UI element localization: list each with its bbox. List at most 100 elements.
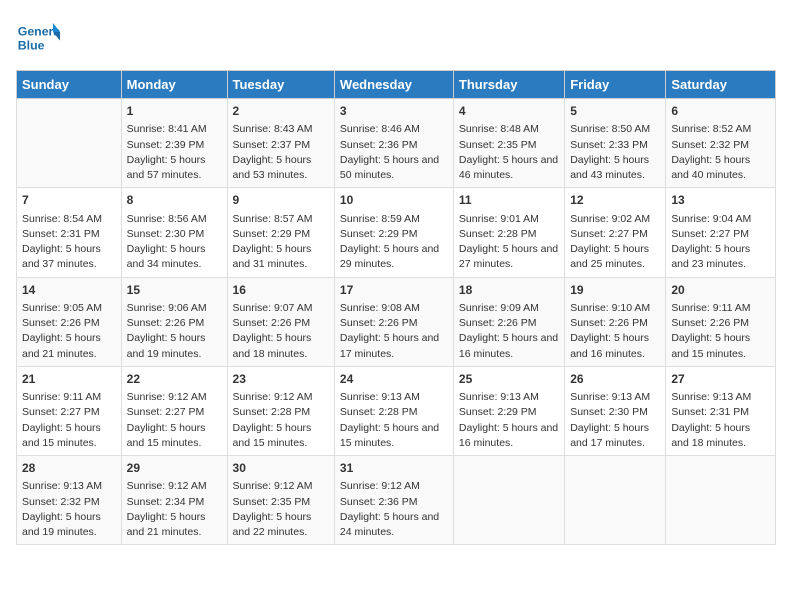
calendar-cell — [17, 99, 122, 188]
day-number: 4 — [459, 103, 559, 120]
day-number: 17 — [340, 282, 448, 299]
cell-content: Sunrise: 9:12 AMSunset: 2:35 PMDaylight:… — [233, 479, 329, 540]
day-number: 25 — [459, 371, 559, 388]
cell-content: Sunrise: 8:56 AMSunset: 2:30 PMDaylight:… — [127, 212, 222, 273]
week-row-4: 21 Sunrise: 9:11 AMSunset: 2:27 PMDayligh… — [17, 366, 776, 455]
col-header-monday: Monday — [121, 71, 227, 99]
calendar-cell: 24 Sunrise: 9:13 AMSunset: 2:28 PMDayligh… — [334, 366, 453, 455]
day-number: 24 — [340, 371, 448, 388]
day-number: 9 — [233, 192, 329, 209]
calendar-table: SundayMondayTuesdayWednesdayThursdayFrid… — [16, 70, 776, 545]
day-number: 18 — [459, 282, 559, 299]
calendar-cell: 2 Sunrise: 8:43 AMSunset: 2:37 PMDaylight… — [227, 99, 334, 188]
calendar-cell: 31 Sunrise: 9:12 AMSunset: 2:36 PMDayligh… — [334, 456, 453, 545]
day-number: 28 — [22, 460, 116, 477]
logo: General Blue — [16, 16, 64, 60]
col-header-saturday: Saturday — [666, 71, 776, 99]
day-number: 22 — [127, 371, 222, 388]
day-number: 20 — [671, 282, 770, 299]
calendar-cell: 17 Sunrise: 9:08 AMSunset: 2:26 PMDayligh… — [334, 277, 453, 366]
day-number: 2 — [233, 103, 329, 120]
calendar-cell: 26 Sunrise: 9:13 AMSunset: 2:30 PMDayligh… — [565, 366, 666, 455]
calendar-cell: 11Sunrise: 9:01 AMSunset: 2:28 PMDayligh… — [453, 188, 564, 277]
calendar-cell: 29 Sunrise: 9:12 AMSunset: 2:34 PMDayligh… — [121, 456, 227, 545]
calendar-cell: 8 Sunrise: 8:56 AMSunset: 2:30 PMDaylight… — [121, 188, 227, 277]
calendar-cell: 12 Sunrise: 9:02 AMSunset: 2:27 PMDayligh… — [565, 188, 666, 277]
calendar-cell: 7 Sunrise: 8:54 AMSunset: 2:31 PMDaylight… — [17, 188, 122, 277]
cell-content: Sunrise: 8:57 AMSunset: 2:29 PMDaylight:… — [233, 212, 329, 273]
cell-content: Sunrise: 9:06 AMSunset: 2:26 PMDaylight:… — [127, 301, 222, 362]
col-header-friday: Friday — [565, 71, 666, 99]
calendar-cell: 1 Sunrise: 8:41 AMSunset: 2:39 PMDaylight… — [121, 99, 227, 188]
calendar-cell: 14 Sunrise: 9:05 AMSunset: 2:26 PMDayligh… — [17, 277, 122, 366]
cell-content: Sunrise: 9:12 AMSunset: 2:28 PMDaylight:… — [233, 390, 329, 451]
cell-content: Sunrise: 9:13 AMSunset: 2:28 PMDaylight:… — [340, 390, 448, 451]
calendar-cell: 18 Sunrise: 9:09 AMSunset: 2:26 PMDayligh… — [453, 277, 564, 366]
cell-content: Sunrise: 9:09 AMSunset: 2:26 PMDaylight:… — [459, 301, 559, 362]
cell-content: Sunrise: 9:13 AMSunset: 2:29 PMDaylight:… — [459, 390, 559, 451]
cell-content: Sunrise: 8:41 AMSunset: 2:39 PMDaylight:… — [127, 122, 222, 183]
day-number: 16 — [233, 282, 329, 299]
cell-content: Sunrise: 9:13 AMSunset: 2:30 PMDaylight:… — [570, 390, 660, 451]
cell-content: Sunrise: 9:12 AMSunset: 2:34 PMDaylight:… — [127, 479, 222, 540]
calendar-cell: 13Sunrise: 9:04 AMSunset: 2:27 PMDayligh… — [666, 188, 776, 277]
week-row-3: 14 Sunrise: 9:05 AMSunset: 2:26 PMDayligh… — [17, 277, 776, 366]
week-row-5: 28Sunrise: 9:13 AMSunset: 2:32 PMDayligh… — [17, 456, 776, 545]
calendar-cell: 30 Sunrise: 9:12 AMSunset: 2:35 PMDayligh… — [227, 456, 334, 545]
calendar-cell: 25 Sunrise: 9:13 AMSunset: 2:29 PMDayligh… — [453, 366, 564, 455]
calendar-cell: 20Sunrise: 9:11 AMSunset: 2:26 PMDayligh… — [666, 277, 776, 366]
day-number: 29 — [127, 460, 222, 477]
calendar-cell: 22 Sunrise: 9:12 AMSunset: 2:27 PMDayligh… — [121, 366, 227, 455]
day-number: 23 — [233, 371, 329, 388]
cell-content: Sunrise: 8:54 AMSunset: 2:31 PMDaylight:… — [22, 212, 116, 273]
week-row-2: 7 Sunrise: 8:54 AMSunset: 2:31 PMDaylight… — [17, 188, 776, 277]
cell-content: Sunrise: 9:08 AMSunset: 2:26 PMDaylight:… — [340, 301, 448, 362]
calendar-cell: 4 Sunrise: 8:48 AMSunset: 2:35 PMDaylight… — [453, 99, 564, 188]
day-number: 8 — [127, 192, 222, 209]
day-number: 26 — [570, 371, 660, 388]
calendar-cell: 6 Sunrise: 8:52 AMSunset: 2:32 PMDaylight… — [666, 99, 776, 188]
calendar-cell — [666, 456, 776, 545]
cell-content: Sunrise: 8:43 AMSunset: 2:37 PMDaylight:… — [233, 122, 329, 183]
calendar-cell: 19Sunrise: 9:10 AMSunset: 2:26 PMDayligh… — [565, 277, 666, 366]
day-number: 1 — [127, 103, 222, 120]
cell-content: Sunrise: 9:02 AMSunset: 2:27 PMDaylight:… — [570, 212, 660, 273]
page-header: General Blue — [16, 16, 776, 60]
col-header-wednesday: Wednesday — [334, 71, 453, 99]
calendar-cell: 21 Sunrise: 9:11 AMSunset: 2:27 PMDayligh… — [17, 366, 122, 455]
calendar-cell: 15 Sunrise: 9:06 AMSunset: 2:26 PMDayligh… — [121, 277, 227, 366]
logo-icon: General Blue — [16, 16, 60, 60]
cell-content: Sunrise: 8:50 AMSunset: 2:33 PMDaylight:… — [570, 122, 660, 183]
cell-content: Sunrise: 8:59 AMSunset: 2:29 PMDaylight:… — [340, 212, 448, 273]
day-number: 31 — [340, 460, 448, 477]
calendar-cell: 28Sunrise: 9:13 AMSunset: 2:32 PMDayligh… — [17, 456, 122, 545]
day-number: 3 — [340, 103, 448, 120]
day-number: 12 — [570, 192, 660, 209]
cell-content: Sunrise: 9:11 AMSunset: 2:27 PMDaylight:… — [22, 390, 116, 451]
day-number: 19 — [570, 282, 660, 299]
day-number: 30 — [233, 460, 329, 477]
cell-content: Sunrise: 9:07 AMSunset: 2:26 PMDaylight:… — [233, 301, 329, 362]
col-header-tuesday: Tuesday — [227, 71, 334, 99]
calendar-cell: 23 Sunrise: 9:12 AMSunset: 2:28 PMDayligh… — [227, 366, 334, 455]
cell-content: Sunrise: 8:48 AMSunset: 2:35 PMDaylight:… — [459, 122, 559, 183]
calendar-cell — [565, 456, 666, 545]
week-row-1: 1 Sunrise: 8:41 AMSunset: 2:39 PMDaylight… — [17, 99, 776, 188]
day-number: 6 — [671, 103, 770, 120]
day-number: 7 — [22, 192, 116, 209]
day-number: 27 — [671, 371, 770, 388]
cell-content: Sunrise: 9:05 AMSunset: 2:26 PMDaylight:… — [22, 301, 116, 362]
calendar-cell — [453, 456, 564, 545]
cell-content: Sunrise: 8:46 AMSunset: 2:36 PMDaylight:… — [340, 122, 448, 183]
cell-content: Sunrise: 8:52 AMSunset: 2:32 PMDaylight:… — [671, 122, 770, 183]
calendar-cell: 10Sunrise: 8:59 AMSunset: 2:29 PMDayligh… — [334, 188, 453, 277]
day-number: 21 — [22, 371, 116, 388]
day-number: 15 — [127, 282, 222, 299]
svg-text:Blue: Blue — [18, 38, 45, 52]
cell-content: Sunrise: 9:12 AMSunset: 2:36 PMDaylight:… — [340, 479, 448, 540]
cell-content: Sunrise: 9:04 AMSunset: 2:27 PMDaylight:… — [671, 212, 770, 273]
day-number: 11 — [459, 192, 559, 209]
day-number: 14 — [22, 282, 116, 299]
col-header-sunday: Sunday — [17, 71, 122, 99]
cell-content: Sunrise: 9:12 AMSunset: 2:27 PMDaylight:… — [127, 390, 222, 451]
